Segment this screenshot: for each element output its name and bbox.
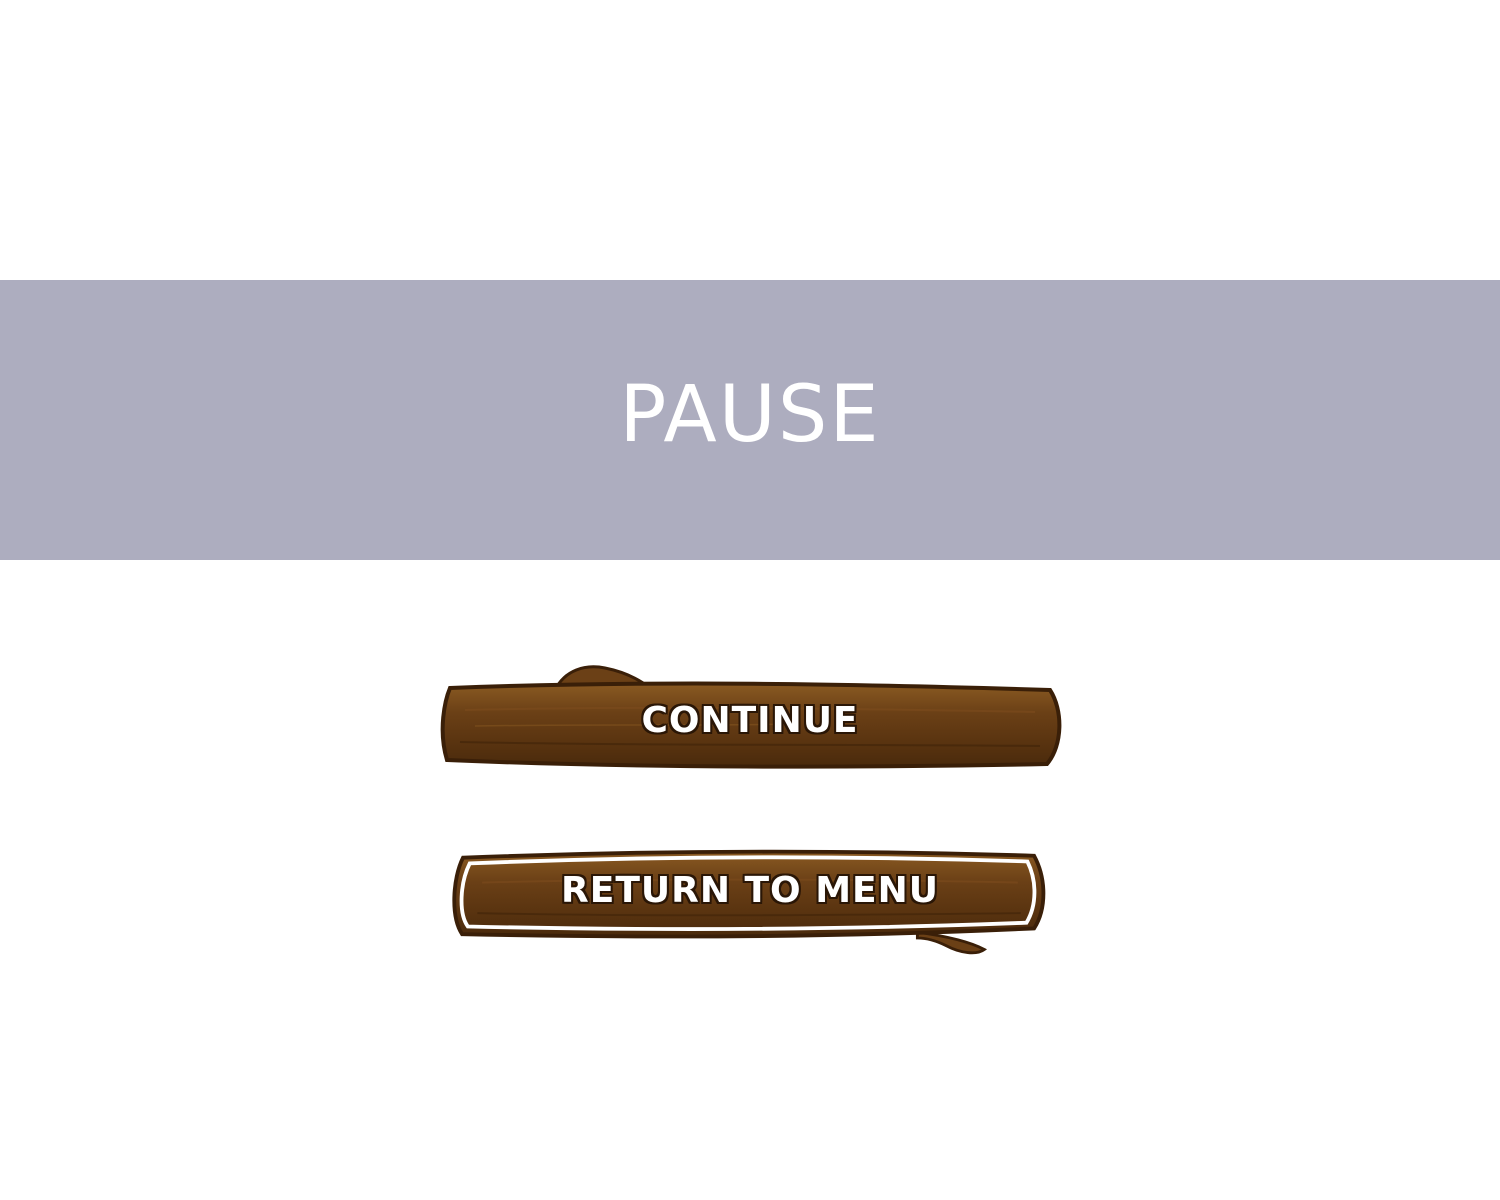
continue-button[interactable]: CONTINUE [435,660,1065,770]
return-to-menu-label: RETURN TO MENU [561,870,939,911]
return-to-menu-button[interactable]: RETURN TO MENU [435,849,1065,965]
pause-title: PAUSE [619,370,881,460]
pause-banner: PAUSE [0,280,1500,560]
continue-label: CONTINUE [641,700,859,741]
pause-screen: PAUSE CONTINUE RETURN TO MENU [0,0,1500,1200]
